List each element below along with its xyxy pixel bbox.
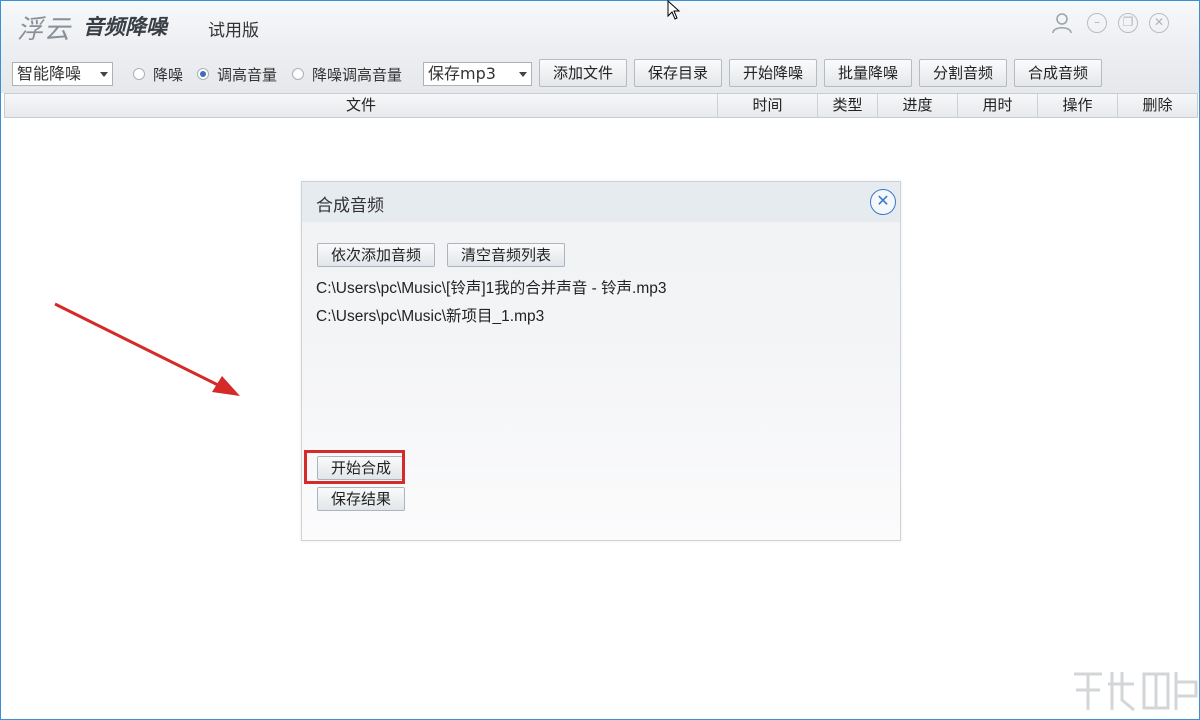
save-result-button[interactable]: 保存结果: [317, 487, 405, 511]
radio-icon: [133, 68, 145, 80]
mode-select-value: 智能降噪: [17, 64, 82, 83]
merge-audio-button[interactable]: 合成音频: [1014, 59, 1102, 87]
brand-logo: 浮云: [17, 15, 72, 45]
radio-raise-volume[interactable]: 调高音量: [197, 64, 277, 84]
restore-icon[interactable]: ❐: [1118, 13, 1138, 33]
split-audio-button[interactable]: 分割音频: [919, 59, 1007, 87]
column-elapsed[interactable]: 用时: [958, 94, 1038, 117]
clear-audio-list-button[interactable]: 清空音频列表: [447, 243, 565, 267]
column-progress[interactable]: 进度: [878, 94, 958, 117]
file-table-header: 文件 时间 类型 进度 用时 操作 删除: [4, 93, 1198, 118]
title-bar[interactable]: 浮云 音频降噪 试用版 – ❐ ✕: [1, 1, 1199, 51]
column-file[interactable]: 文件: [5, 94, 718, 117]
format-select-value: 保存mp3: [428, 64, 496, 83]
dialog-title: 合成音频: [316, 196, 384, 216]
close-icon[interactable]: ✕: [870, 189, 896, 215]
watermark-logo: [1074, 672, 1198, 712]
mode-select[interactable]: 智能降噪: [12, 62, 113, 86]
column-delete[interactable]: 删除: [1118, 94, 1197, 117]
minimize-icon[interactable]: –: [1087, 13, 1107, 33]
toolbar: 智能降噪 降噪 调高音量 降噪调高音量 保存mp3 添加文件 保存目录 开始降噪…: [1, 51, 1199, 93]
audio-list-item[interactable]: C:\Users\pc\Music\[铃声]1我的合并声音 - 铃声.mp3: [316, 276, 667, 298]
save-directory-button[interactable]: 保存目录: [634, 59, 722, 87]
dialog-header: 合成音频 ✕: [302, 182, 900, 222]
edition-label: 试用版: [208, 21, 259, 41]
app-window: 浮云 音频降噪 试用版 – ❐ ✕ 智能降噪 降噪 调高音量 降噪调高音量 保存: [0, 0, 1200, 720]
merge-audio-dialog: 合成音频 ✕ 依次添加音频 清空音频列表 C:\Users\pc\Music\[…: [301, 181, 901, 541]
batch-denoise-button[interactable]: 批量降噪: [824, 59, 912, 87]
mouse-cursor-icon: [667, 0, 681, 20]
annotation-highlight-box: [304, 450, 405, 484]
add-audio-sequential-button[interactable]: 依次添加音频: [317, 243, 435, 267]
user-icon[interactable]: [1051, 12, 1073, 34]
radio-selected-icon: [197, 68, 209, 80]
radio-icon: [292, 68, 304, 80]
radio-denoise[interactable]: 降噪: [133, 64, 183, 84]
radio-denoise-raise-volume[interactable]: 降噪调高音量: [292, 64, 402, 84]
radio-label: 调高音量: [217, 65, 278, 84]
add-file-button[interactable]: 添加文件: [539, 59, 627, 87]
column-action[interactable]: 操作: [1038, 94, 1118, 117]
close-window-icon[interactable]: ✕: [1149, 13, 1169, 33]
start-denoise-button[interactable]: 开始降噪: [729, 59, 817, 87]
chevron-down-icon: [519, 72, 527, 77]
column-time[interactable]: 时间: [718, 94, 818, 117]
radio-label: 降噪调高音量: [312, 65, 403, 84]
audio-list-item[interactable]: C:\Users\pc\Music\新项目_1.mp3: [316, 304, 544, 326]
radio-label: 降噪: [153, 65, 184, 84]
format-select[interactable]: 保存mp3: [423, 62, 532, 86]
column-type[interactable]: 类型: [818, 94, 878, 117]
chevron-down-icon: [100, 72, 108, 77]
app-name: 音频降噪: [83, 15, 167, 39]
